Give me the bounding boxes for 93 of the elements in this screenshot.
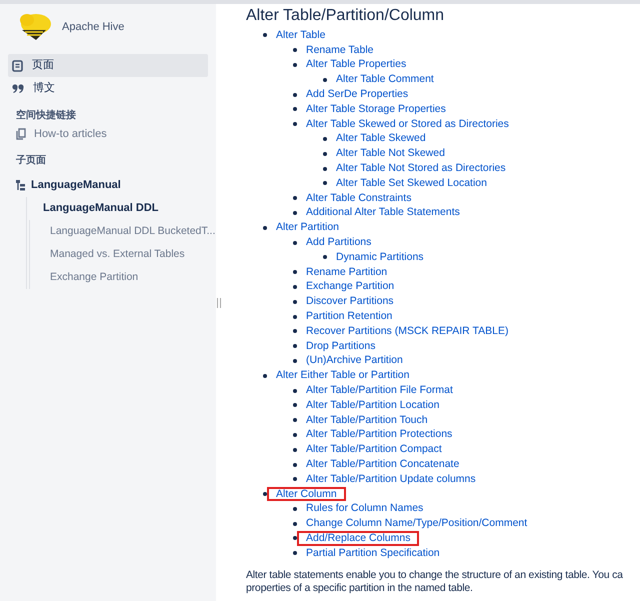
toc-link[interactable]: Alter Table Properties	[306, 58, 406, 72]
bullet-icon	[293, 388, 297, 393]
bullet-icon	[293, 329, 297, 334]
toc-link[interactable]: Dynamic Partitions	[336, 250, 424, 264]
toc-link[interactable]: Recover Partitions (MSCK REPAIR TABLE)	[306, 324, 508, 338]
tree-item[interactable]: LanguageManual DDL	[43, 200, 159, 217]
nav-label: 页面	[32, 58, 54, 74]
shortcut-link[interactable]: How-to articles	[34, 126, 107, 142]
toc-link[interactable]: Exchange Partition	[306, 280, 394, 294]
bullet-icon	[263, 492, 267, 496]
bullet-icon	[293, 344, 297, 348]
bullet-icon	[263, 33, 267, 38]
toc-link[interactable]: (Un)Archive Partition	[306, 354, 403, 368]
tree-item[interactable]: Exchange Partition	[50, 270, 138, 286]
toc-link[interactable]: Change Column Name/Type/Position/Comment	[306, 517, 528, 530]
bullet-icon	[323, 181, 327, 186]
nav-item[interactable]: 博文	[8, 77, 208, 100]
toc-link[interactable]: Drop Partitions	[306, 340, 376, 353]
bullet-icon	[323, 152, 327, 156]
bullet-icon	[293, 240, 297, 245]
bullet-icon	[293, 196, 297, 200]
bullet-icon	[293, 448, 297, 452]
toc-link[interactable]: Add Partitions	[306, 236, 372, 250]
toc-link[interactable]: Discover Partitions	[306, 295, 394, 308]
bullet-icon	[293, 62, 297, 67]
toc-link[interactable]: Alter Table Comment	[336, 73, 434, 86]
bullet-icon	[323, 78, 327, 82]
bullet-icon	[293, 551, 297, 556]
toc-link[interactable]: Alter Table/Partition File Format	[306, 384, 453, 398]
space-name[interactable]: Apache Hive	[62, 18, 124, 36]
bullet-icon	[263, 226, 267, 230]
tree-item[interactable]: LanguageManual	[31, 177, 121, 194]
bullet-icon	[293, 314, 297, 319]
bullet-icon	[263, 374, 267, 378]
bullet-icon	[323, 136, 327, 141]
toc-link[interactable]: Alter Table Not Stored as Directories	[336, 162, 506, 176]
bullet-icon	[293, 92, 297, 97]
toc-link[interactable]: Rename Table	[306, 44, 374, 57]
nav-item[interactable]: 页面	[8, 54, 208, 77]
quote-icon	[12, 84, 24, 94]
toc-link[interactable]: Alter Table Skewed or Stored as Directories	[306, 118, 509, 131]
toc-link[interactable]: Alter Table/Partition Protections	[306, 428, 452, 442]
bullet-icon	[293, 432, 297, 437]
paragraph-line: properties of a specific partition in the named table.	[246, 582, 474, 595]
bullet-icon	[293, 477, 297, 482]
toc-link[interactable]: Alter Table/Partition Concatenate	[306, 458, 460, 471]
toc-link[interactable]: Additional Alter Table Statements	[306, 206, 460, 220]
toc-link[interactable]: Alter Table Not Skewed	[336, 147, 445, 160]
page-icon	[12, 60, 23, 72]
bullet-icon	[293, 462, 297, 466]
section-heading: 子页面	[15, 154, 47, 168]
toc-link[interactable]: Partial Partition Specification	[306, 546, 440, 560]
bullet-icon	[293, 122, 297, 126]
toc-link[interactable]: Add/Replace Columns	[297, 531, 420, 546]
toc-link[interactable]: Alter Partition	[276, 221, 340, 234]
toc-link[interactable]: Alter Either Table or Partition	[276, 369, 410, 382]
bullet-icon	[293, 522, 297, 526]
bullet-icon	[293, 418, 297, 422]
bullet-icon	[293, 270, 297, 274]
toc-link[interactable]: Alter Table Set Skewed Location	[336, 176, 487, 190]
section-heading: 空间快捷链接	[15, 108, 77, 123]
toc-link[interactable]: Partition Retention	[306, 310, 392, 324]
bullet-icon	[293, 403, 297, 408]
tree-item[interactable]: Managed vs. External Tables	[50, 246, 185, 262]
toc-link[interactable]: Alter Table/Partition Compact	[306, 443, 442, 456]
resize-handle-icon[interactable]	[217, 298, 221, 308]
bullet-icon	[293, 210, 297, 215]
toc-link[interactable]: Alter Table/Partition Location	[306, 398, 440, 412]
nav-label: 博文	[33, 80, 55, 96]
bullet-icon	[323, 166, 327, 171]
toc-link[interactable]: Rules for Column Names	[306, 502, 424, 516]
bullet-icon	[293, 300, 297, 304]
toc-link[interactable]: Rename Partition	[306, 266, 388, 279]
bullet-icon	[293, 506, 297, 511]
toc-link[interactable]: Add SerDe Properties	[306, 88, 408, 102]
bullet-icon	[293, 536, 297, 540]
toc-link[interactable]: Alter Table Storage Properties	[306, 102, 446, 116]
toc-link[interactable]: Alter Table Constraints	[306, 192, 412, 205]
bullet-icon	[323, 255, 327, 260]
tree-icon	[16, 180, 25, 191]
toc-link[interactable]: Alter Table Skewed	[336, 132, 426, 146]
bullet-icon	[293, 107, 297, 112]
bullet-icon	[293, 284, 297, 289]
toc-link[interactable]: Alter Table/Partition Update columns	[306, 472, 476, 486]
paragraph-line: Alter table statements enable you to change the structure of an existing table. You ca	[246, 568, 624, 582]
tree-item[interactable]: LanguageManual DDL BucketedT...	[50, 224, 216, 240]
bullet-icon	[293, 48, 297, 52]
page-heading: Alter Table/Partition/Column	[246, 6, 446, 26]
toc-link[interactable]: Alter Column	[267, 486, 346, 502]
toc-link[interactable]: Alter Table/Partition Touch	[306, 414, 428, 427]
toc-link[interactable]: Alter Table	[276, 28, 326, 42]
bullet-icon	[293, 358, 297, 363]
copy-icon	[16, 128, 26, 140]
